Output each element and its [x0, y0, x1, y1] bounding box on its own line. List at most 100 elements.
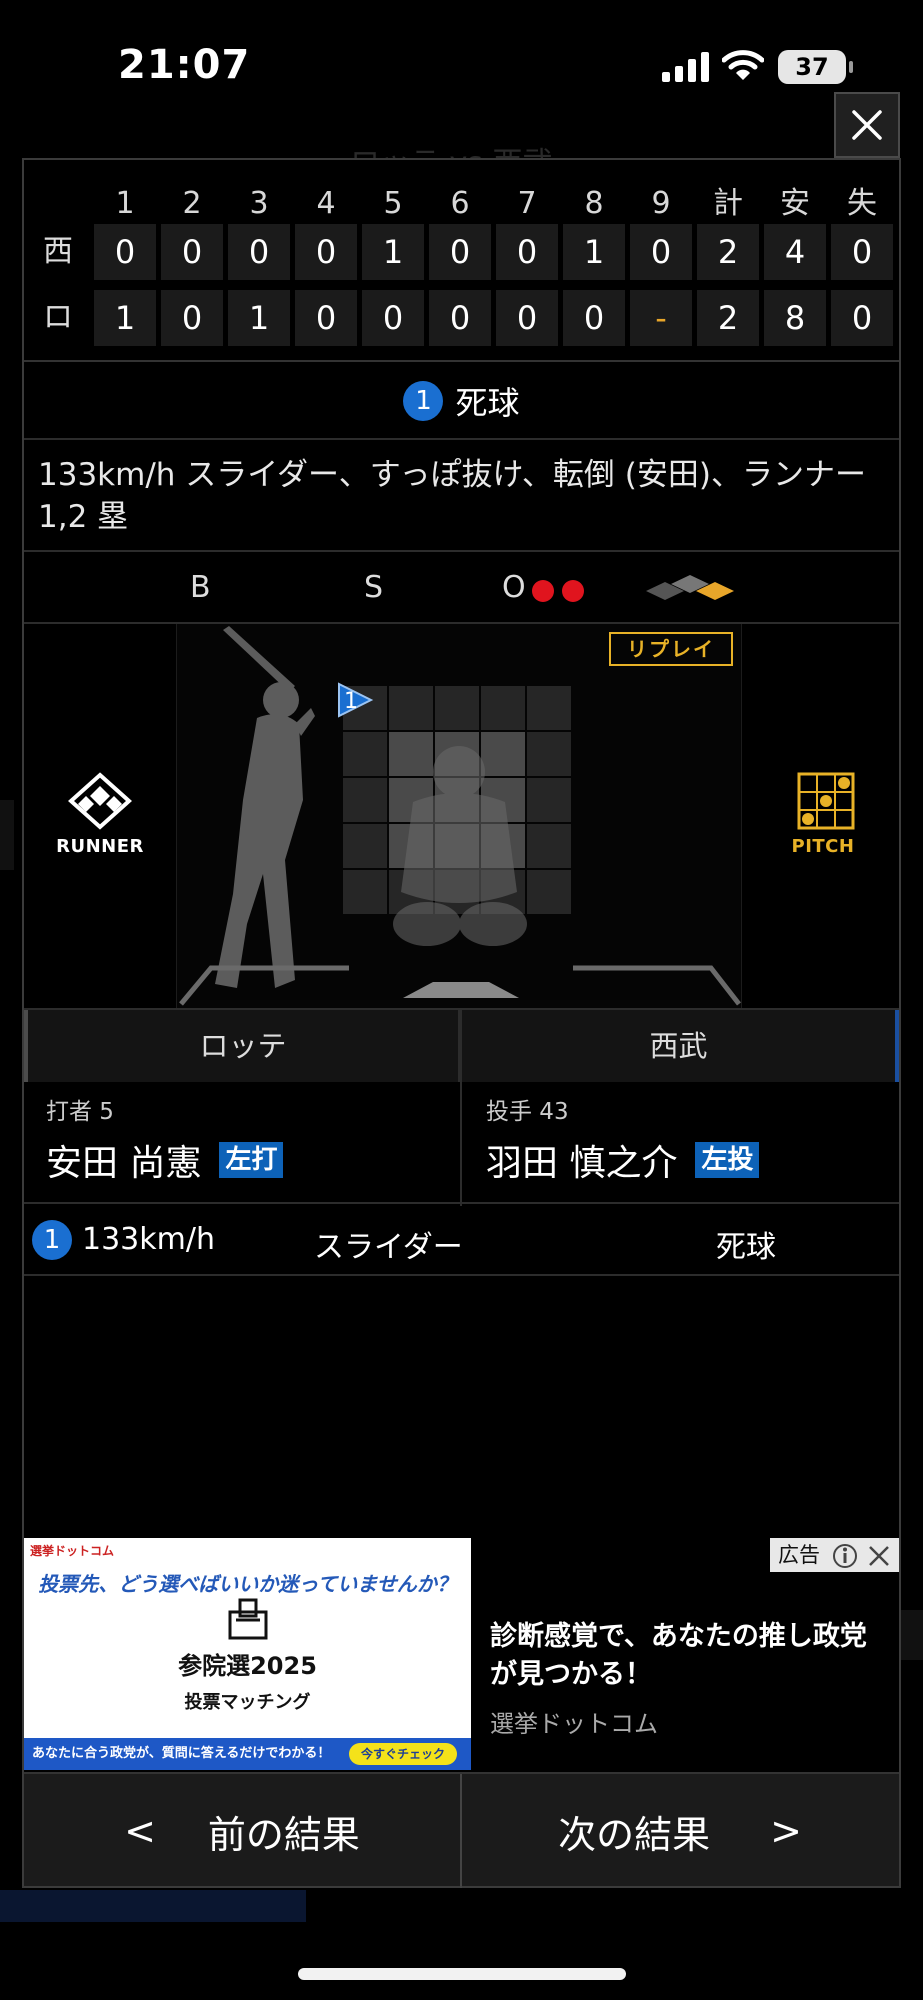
team-abbrev: 西 — [43, 234, 73, 269]
ballot-box-icon — [228, 1598, 268, 1640]
ad-image-election: 参院選2025 — [178, 1652, 317, 1680]
team-abbrev: ロ — [43, 300, 73, 335]
pitcher-role: 投手 43 — [486, 1099, 569, 1125]
runner-diamond-icon — [68, 772, 132, 830]
score-cell: 0 — [496, 290, 558, 346]
background-stub — [0, 800, 14, 870]
previous-result-button[interactable]: < 前の結果 — [24, 1774, 460, 1888]
batter-view: 1 リプレイ — [176, 624, 742, 1008]
pitch-button[interactable]: PITCH — [747, 624, 899, 1008]
ball-label: B — [190, 570, 211, 605]
ad-image[interactable]: 選挙ドットコム 投票先、どう選べばいいか迷っていませんか？ 参院選2025 投票… — [24, 1538, 471, 1770]
next-result-label: 次の結果 — [558, 1812, 711, 1857]
ad-image-bar-text: あなたに合う政党が、質問に答えるだけでわかる！ — [32, 1746, 331, 1761]
batter-hand-badge: 左打 — [219, 1142, 284, 1178]
score-cell: 0 — [295, 224, 357, 280]
chevron-right-icon: > — [770, 1809, 802, 1853]
ad-info-icon[interactable] — [832, 1543, 858, 1569]
ad-close-icon[interactable] — [868, 1545, 890, 1567]
play-detail-modal: 123456789計安失 西000010010240 ロ10100000-280… — [22, 158, 901, 1888]
background-stub — [901, 1610, 923, 1660]
ad-headline: 診断感覚で、あなたの推し政党が見つかる！ — [490, 1621, 867, 1690]
close-button[interactable] — [834, 92, 900, 158]
pitch-label: PITCH — [791, 836, 855, 857]
scoreboard: 123456789計安失 西000010010240 ロ10100000-280 — [24, 160, 899, 362]
score-cell: 0 — [429, 224, 491, 280]
play-result: 死球 — [455, 384, 520, 422]
previous-result-label: 前の結果 — [207, 1812, 360, 1857]
zone-cell-strike — [481, 732, 525, 776]
tab-away-team[interactable]: 西武 — [462, 1010, 899, 1082]
tab-home-team[interactable]: ロッテ — [24, 1010, 460, 1082]
zone-cell-ball — [343, 824, 387, 868]
zone-cell-strike — [389, 732, 433, 776]
replay-button[interactable]: リプレイ — [609, 632, 733, 666]
score-cell: 0 — [563, 290, 625, 346]
pitch-field: RUNNER 1 リプレイ PITCH — [24, 624, 899, 1008]
score-cell: 0 — [161, 290, 223, 346]
advertisement[interactable]: 選挙ドットコム 投票先、どう選べばいいか迷っていませんか？ 参院選2025 投票… — [24, 1538, 899, 1770]
next-result-button[interactable]: 次の結果 > — [462, 1774, 898, 1888]
ad-image-matching: 投票マッチング — [184, 1692, 311, 1713]
base-diamond-icon — [646, 575, 734, 600]
score-cell: 0 — [94, 224, 156, 280]
zone-cell-ball — [435, 686, 479, 730]
pitcher-name: 羽田 慎之介 — [486, 1143, 678, 1184]
cellular-signal-icon — [662, 52, 709, 82]
score-cell: 0 — [831, 290, 893, 346]
zone-cell-ball — [343, 870, 387, 914]
score-cell: 0 — [630, 224, 692, 280]
score-cell: 0 — [362, 290, 424, 346]
score-cell: 0 — [496, 224, 558, 280]
out-label: O — [502, 570, 526, 605]
batter-role: 打者 5 — [46, 1099, 114, 1125]
out-dot — [562, 580, 584, 602]
zone-cell-ball — [481, 686, 525, 730]
pitch-result: 死球 — [716, 1230, 776, 1265]
result-navigation: < 前の結果 次の結果 > — [24, 1772, 899, 1888]
status-time: 21:07 — [118, 42, 251, 88]
runner-label: RUNNER — [56, 836, 144, 857]
ad-badge[interactable]: 広告 — [770, 1538, 899, 1572]
pitch-grid-icon — [797, 772, 855, 830]
score-cell: 0 — [228, 224, 290, 280]
zone-cell-ball — [389, 686, 433, 730]
batter-info[interactable]: 打者 5 安田 尚憲 左打 — [46, 1092, 284, 1186]
scoreboard-row: 西000010010240 — [24, 224, 899, 280]
pitch-speed: 133km/h — [82, 1222, 215, 1257]
close-icon — [852, 110, 882, 140]
runner-button[interactable]: RUNNER — [24, 624, 176, 1008]
ad-image-brand: 選挙ドットコム — [30, 1544, 115, 1558]
score-cell: 0 — [161, 224, 223, 280]
ad-source: 選挙ドットコム — [490, 1710, 658, 1738]
background-stub — [0, 1890, 306, 1922]
score-cell: - — [630, 290, 692, 346]
ad-text[interactable]: 診断感覚で、あなたの推し政党が見つかる！ 選挙ドットコム — [490, 1618, 890, 1739]
zone-cell-ball — [527, 824, 571, 868]
batter-name: 安田 尚憲 — [46, 1143, 202, 1184]
home-indicator[interactable] — [298, 1968, 626, 1980]
zone-cell-ball — [527, 778, 571, 822]
wifi-icon — [722, 50, 764, 80]
score-cell: 1 — [228, 290, 290, 346]
zone-cell-ball — [343, 778, 387, 822]
pitcher-info[interactable]: 投手 43 羽田 慎之介 左投 — [486, 1092, 760, 1186]
ad-badge-label: 広告 — [778, 1543, 820, 1567]
play-description: 133km/h スライダー、すっぽ抜け、転倒 (安田)、ランナー1,2 塁 — [24, 442, 899, 552]
pitch-marker-number: 1 — [344, 689, 358, 714]
status-bar: 21:07 37 — [0, 0, 923, 130]
strike-label: S — [364, 570, 384, 605]
zone-cell-ball — [527, 870, 571, 914]
play-number-badge: 1 — [403, 381, 444, 421]
pitch-type: スライダー — [314, 1230, 463, 1265]
battery-icon: 37 — [778, 50, 853, 84]
score-cell: 8 — [764, 290, 826, 346]
count-indicator: B S O — [24, 554, 899, 624]
score-cell: 1 — [362, 224, 424, 280]
strike-zone-view: 1 — [179, 626, 741, 1006]
matchup-panel: ロッテ 西武 打者 5 安田 尚憲 左打 投手 43 羽田 慎之介 左投 — [24, 1008, 899, 1206]
out-dot — [532, 580, 554, 602]
pitch-list-item[interactable]: 1 133km/h スライダー 死球 — [24, 1204, 899, 1276]
ad-image-cta[interactable]: 今すぐチェック — [348, 1743, 457, 1765]
score-cell: 2 — [697, 290, 759, 346]
